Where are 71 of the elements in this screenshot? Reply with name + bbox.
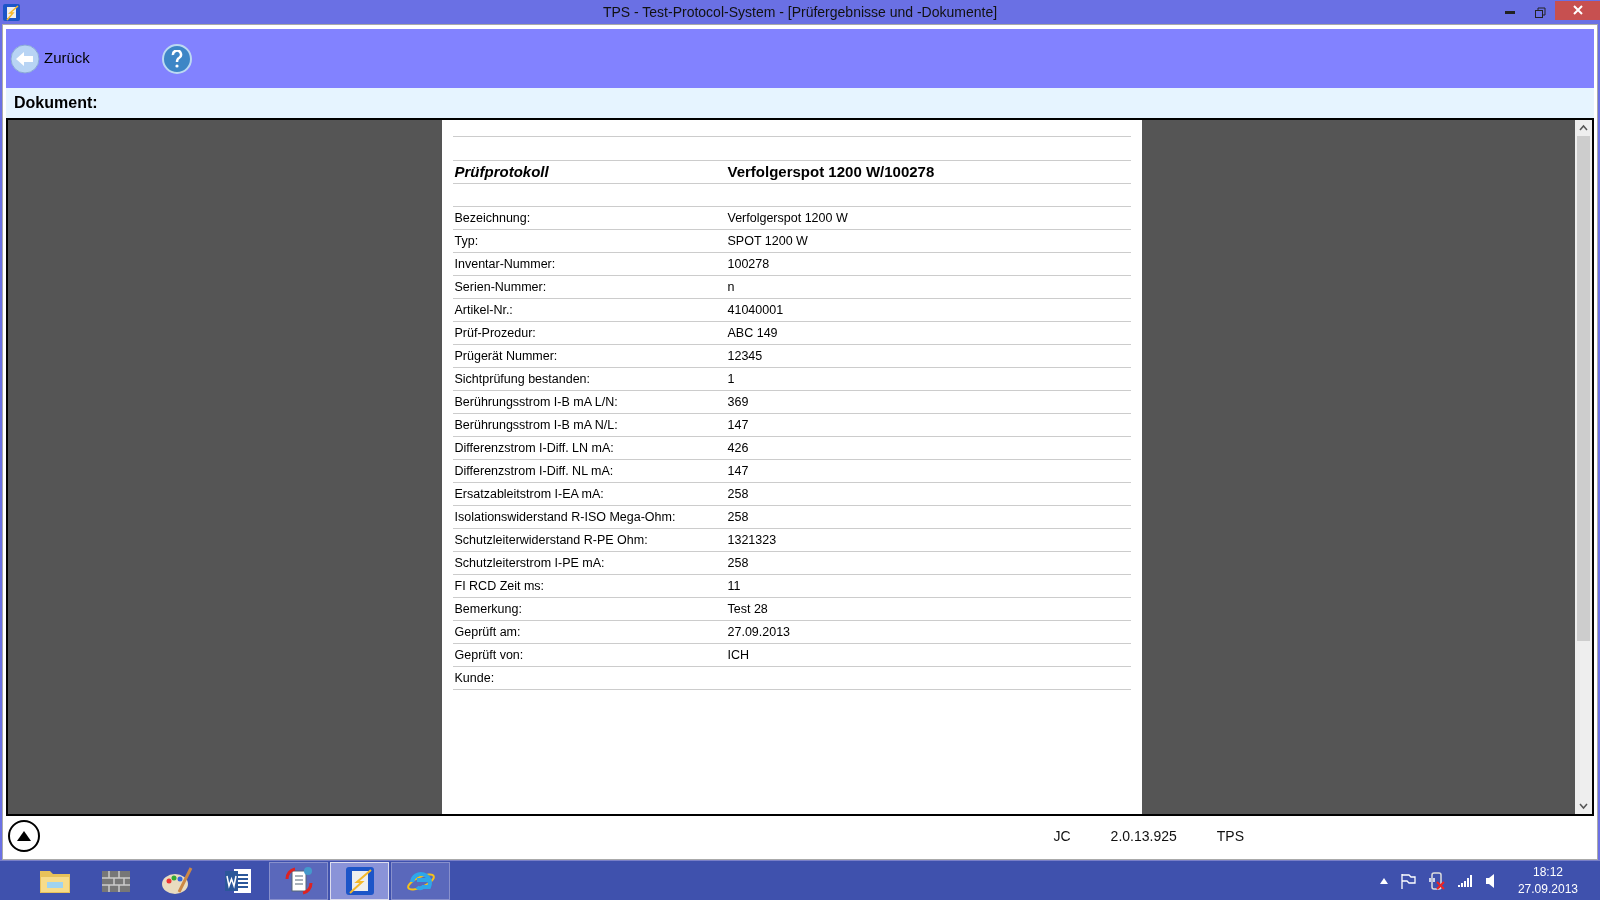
scrollbar-thumb[interactable] [1577, 136, 1590, 641]
field-value: 369 [727, 393, 749, 411]
minimize-icon [1505, 10, 1515, 14]
field-label: Differenzstrom I-Diff. NL mA: [453, 462, 615, 480]
document-label: Dokument: [14, 93, 98, 113]
document-w-icon [223, 866, 252, 895]
field-value: 258 [727, 554, 749, 572]
field-value: 258 [727, 508, 749, 526]
field-value: 41040001 [727, 301, 784, 319]
field-value: ICH [727, 646, 750, 664]
field-value: n [727, 278, 735, 296]
field-label: Differenzstrom I-Diff. LN mA: [453, 439, 615, 457]
up-triangle-icon [17, 831, 31, 841]
field-value: Verfolgerspot 1200 W [727, 209, 848, 227]
status-text: JC [1053, 826, 1071, 846]
close-button[interactable] [1555, 0, 1600, 20]
field-value: 1321323 [727, 531, 777, 549]
signal-icon[interactable] [1457, 874, 1474, 887]
field-label: Schutzleiterstrom I-PE mA: [453, 554, 606, 572]
power-plug-icon[interactable] [1427, 871, 1446, 890]
field-label: Sichtprüfung bestanden: [453, 370, 592, 388]
document-lightning-icon [344, 865, 375, 896]
field-label: Kunde: [453, 669, 496, 687]
field-value: 12345 [727, 347, 763, 365]
field-value: 11 [727, 577, 741, 595]
field-label: Berührungsstrom I-B mA L/N: [453, 393, 619, 411]
status-text: 2.0.13.925 [1110, 826, 1177, 846]
field-label: Bemerkung: [453, 600, 523, 618]
flag-icon[interactable] [1399, 872, 1416, 889]
field-value: Test 28 [727, 600, 768, 618]
palette-icon [160, 865, 193, 896]
taskbar-app[interactable] [391, 861, 450, 900]
field-value: 27.09.2013 [727, 623, 791, 641]
field-label: Prüf-Prozedur: [453, 324, 537, 342]
restore-icon [1534, 6, 1546, 18]
status-text: TPS [1216, 826, 1244, 846]
show-hidden-icons[interactable] [1379, 877, 1388, 884]
field-label: Isolationswiderstand R-ISO Mega-Ohm: [453, 508, 677, 526]
field-label: Berührungsstrom I-B mA N/L: [453, 416, 619, 434]
field-label: FI RCD Zeit ms: [453, 577, 546, 595]
protocol-subject: Verfolgerspot 1200 W/100278 [727, 161, 935, 182]
field-value: 426 [727, 439, 749, 457]
field-value: 147 [727, 462, 749, 480]
field-label: Serien-Nummer: [453, 278, 548, 296]
window-title: TPS - Test-Protocol-System - [Prüfergebnisse und -Dokumente] [601, 2, 999, 22]
field-label: Prügerät Nummer: [453, 347, 559, 365]
field-label: Bezeichnung: [453, 209, 532, 227]
field-label: Schutzleiterwiderstand R-PE Ohm: [453, 531, 649, 549]
field-value: 147 [727, 416, 749, 434]
field-label: Geprüft von: [453, 646, 525, 664]
field-label: Ersatzableitstrom I-EA mA: [453, 485, 605, 503]
clock[interactable]: 18:12 27.09.2013 [1517, 863, 1578, 898]
expand-button[interactable] [8, 820, 40, 852]
field-value: 100278 [727, 255, 770, 273]
vertical-scrollbar[interactable] [1575, 120, 1592, 814]
app-icon [3, 3, 20, 21]
protocol-heading: Prüfprotokoll [453, 161, 550, 182]
field-label: Geprüft am: [453, 623, 522, 641]
speaker-icon[interactable] [1485, 873, 1496, 888]
field-value: ABC 149 [727, 324, 778, 342]
field-value: 258 [727, 485, 749, 503]
help-button[interactable] [161, 43, 192, 74]
taskbar-app[interactable] [269, 861, 328, 900]
help-icon [170, 49, 183, 68]
field-value: SPOT 1200 W [727, 232, 808, 250]
field-label: Inventar-Nummer: [453, 255, 557, 273]
field-label: Artikel-Nr.: [453, 301, 514, 319]
field-label: Typ: [453, 232, 480, 250]
close-icon [1572, 5, 1583, 15]
field-value: 1 [727, 370, 735, 388]
back-button[interactable]: Zurück [10, 43, 90, 74]
